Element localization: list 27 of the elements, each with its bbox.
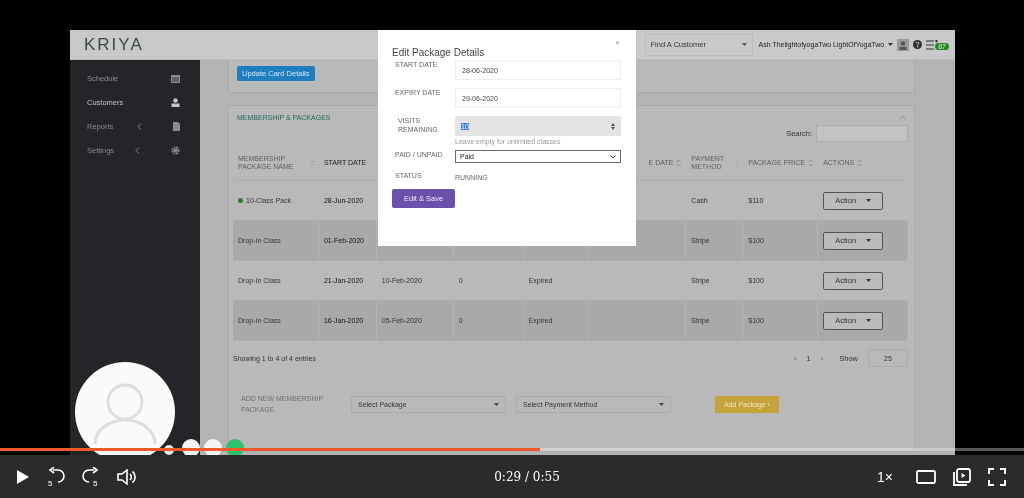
volume-icon[interactable]	[117, 468, 137, 485]
speed-button[interactable]: 1×	[877, 468, 893, 485]
chevron-icon	[610, 154, 616, 159]
caret-icon	[866, 319, 872, 322]
fullscreen-icon[interactable]	[988, 467, 1006, 486]
progress-bar[interactable]	[0, 448, 1024, 451]
caret-icon	[659, 402, 664, 406]
caret-icon[interactable]	[888, 43, 894, 46]
help-icon[interactable]	[913, 40, 923, 49]
caret-icon	[866, 239, 872, 242]
gear-icon	[171, 145, 180, 155]
logo: KRIYA	[84, 34, 144, 55]
dialog-title: Edit Package Details	[392, 47, 486, 58]
miniplayer-icon[interactable]	[953, 467, 971, 486]
play-icon[interactable]	[16, 468, 30, 485]
file-icon	[173, 121, 180, 131]
calendar-icon	[171, 73, 180, 83]
person-icon	[171, 97, 180, 107]
time-display: 0:29 / 0:55	[494, 469, 560, 484]
user-icon[interactable]	[897, 38, 910, 51]
caret-icon	[866, 279, 872, 282]
theater-mode-icon[interactable]	[916, 469, 936, 484]
caret-icon	[741, 43, 747, 46]
caret-icon	[866, 199, 872, 202]
close-button[interactable]: ×	[615, 38, 620, 47]
caret-icon	[494, 402, 499, 406]
spinner-icon[interactable]	[611, 122, 615, 130]
